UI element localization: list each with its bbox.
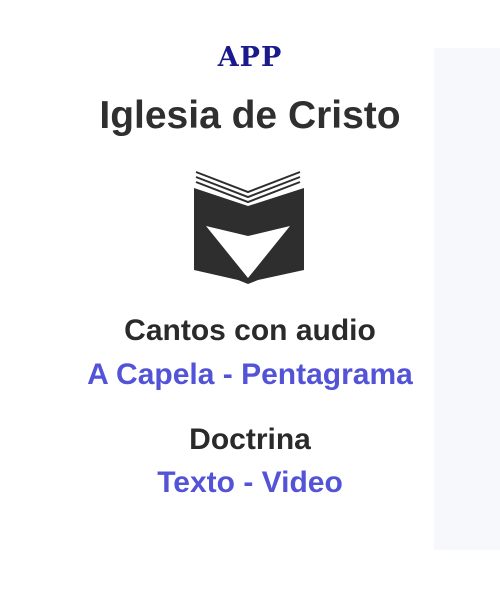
cantos-heading: Cantos con audio (124, 314, 376, 347)
app-label: APP (217, 42, 283, 73)
doctrina-heading: Doctrina (189, 423, 311, 456)
doctrina-subtitle: Texto - Video (157, 466, 343, 499)
cantos-subtitle: A Capela - Pentagrama (87, 358, 413, 391)
splash-screen: APP Iglesia de Cristo Cantos con audio A… (0, 0, 500, 600)
open-book-icon (192, 166, 306, 284)
app-title: Iglesia de Cristo (99, 94, 401, 137)
